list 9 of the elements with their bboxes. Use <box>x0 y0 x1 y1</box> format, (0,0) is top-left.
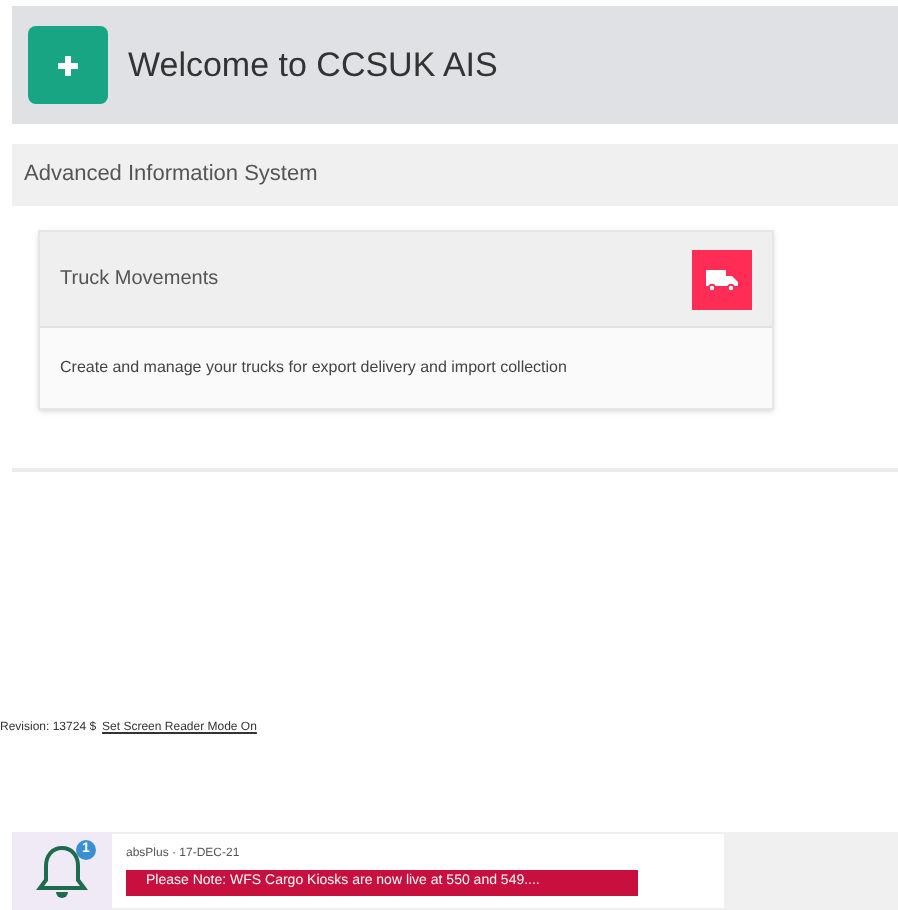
bell-icon[interactable] <box>36 841 88 901</box>
plus-icon <box>56 53 80 77</box>
card-title: Truck Movements <box>60 266 219 294</box>
truck-card[interactable]: Truck Movements Create and manage your trucks for export delivery and import collection <box>38 230 774 410</box>
truck-icon <box>692 249 752 309</box>
add-button[interactable] <box>28 26 108 104</box>
page-title: Welcome to CCSUK AIS <box>128 43 498 88</box>
card-description: Create and manage your trucks for export delivery and import collection <box>60 356 567 380</box>
section-title: Advanced Information System <box>24 160 318 191</box>
